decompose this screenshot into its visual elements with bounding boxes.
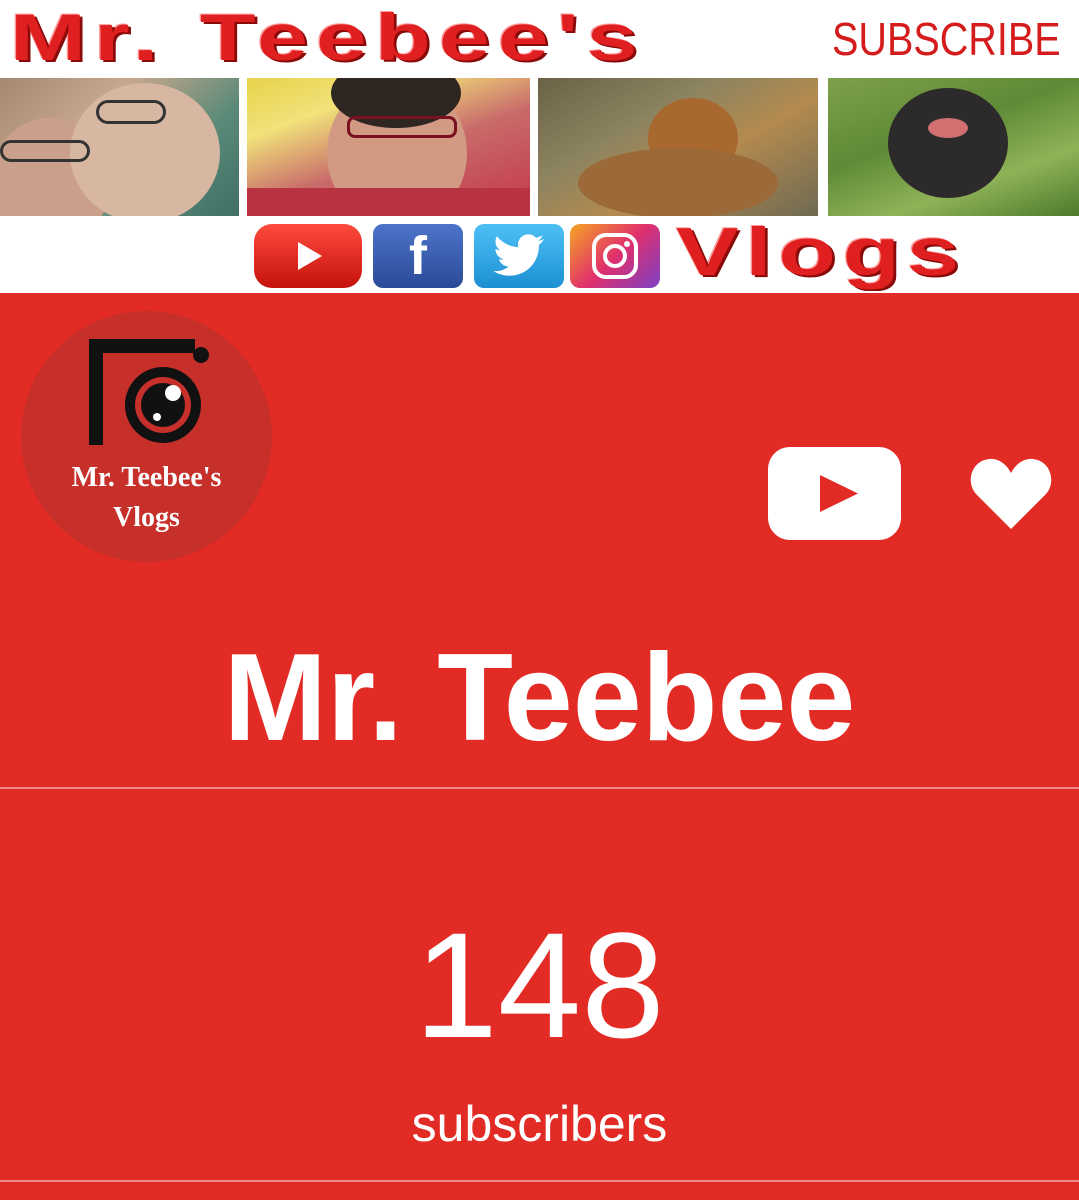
banner-photo-beagle bbox=[538, 78, 818, 216]
channel-name: Mr. Teebee bbox=[223, 629, 856, 767]
channel-banner: Mr. Teebee's SUBSCRIBE f Vlogs bbox=[0, 0, 1079, 293]
heart-icon[interactable] bbox=[969, 457, 1053, 531]
subscriber-count: 148 bbox=[414, 901, 665, 1069]
banner-photo-couple bbox=[0, 78, 239, 216]
youtube-icon bbox=[254, 224, 362, 288]
banner-vlogs-text: Vlogs bbox=[676, 214, 966, 290]
divider-top bbox=[0, 787, 1079, 789]
subscriber-label: subscribers bbox=[411, 1096, 668, 1152]
banner-photo-black-dog bbox=[828, 78, 1079, 216]
camera-logo-icon bbox=[89, 339, 209, 445]
avatar-text-line2: Vlogs bbox=[113, 502, 180, 533]
banner-title: Mr. Teebee's bbox=[10, 0, 646, 74]
banner-photo-woman bbox=[247, 78, 530, 216]
instagram-icon bbox=[570, 224, 660, 288]
divider-bottom bbox=[0, 1180, 1079, 1182]
avatar-text-line1: Mr. Teebee's bbox=[71, 462, 222, 493]
twitter-icon bbox=[474, 224, 564, 288]
banner-subscribe-text: SUBSCRIBE bbox=[832, 13, 1061, 65]
facebook-icon: f bbox=[373, 224, 463, 288]
youtube-link-icon[interactable] bbox=[768, 447, 901, 540]
channel-avatar[interactable]: Mr. Teebee's Vlogs bbox=[21, 311, 272, 562]
